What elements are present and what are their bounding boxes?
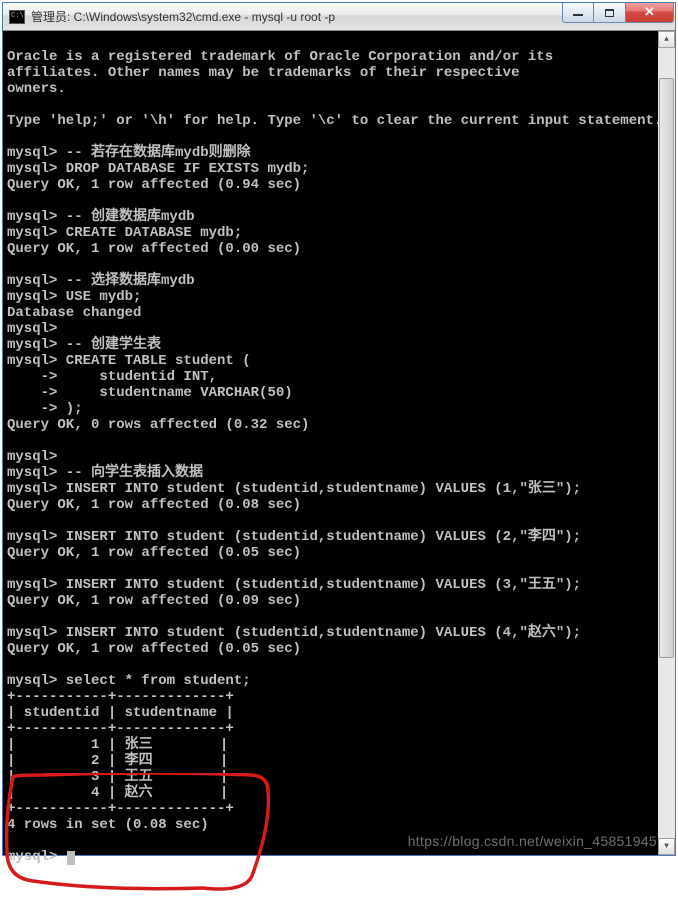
scrollbar: ▲ ▼: [658, 31, 675, 855]
window-controls: ✕: [562, 3, 674, 23]
terminal-output[interactable]: Oracle is a registered trademark of Orac…: [3, 31, 675, 867]
maximize-button[interactable]: [594, 3, 626, 23]
terminal-area: Oracle is a registered trademark of Orac…: [3, 31, 675, 855]
watermark-text: https://blog.csdn.net/weixin_45851945: [408, 833, 657, 849]
minimize-button[interactable]: [562, 3, 594, 23]
scroll-track[interactable]: [658, 48, 675, 838]
scroll-thumb[interactable]: [659, 78, 674, 658]
window-title: 管理员: C:\Windows\system32\cmd.exe - mysql…: [31, 8, 562, 25]
titlebar[interactable]: 管理员: C:\Windows\system32\cmd.exe - mysql…: [3, 3, 675, 31]
scroll-down-button[interactable]: ▼: [658, 838, 675, 855]
scroll-up-button[interactable]: ▲: [658, 31, 675, 48]
cmd-window: 管理员: C:\Windows\system32\cmd.exe - mysql…: [2, 2, 676, 856]
cmd-icon: [9, 10, 25, 24]
close-button[interactable]: ✕: [626, 3, 674, 23]
